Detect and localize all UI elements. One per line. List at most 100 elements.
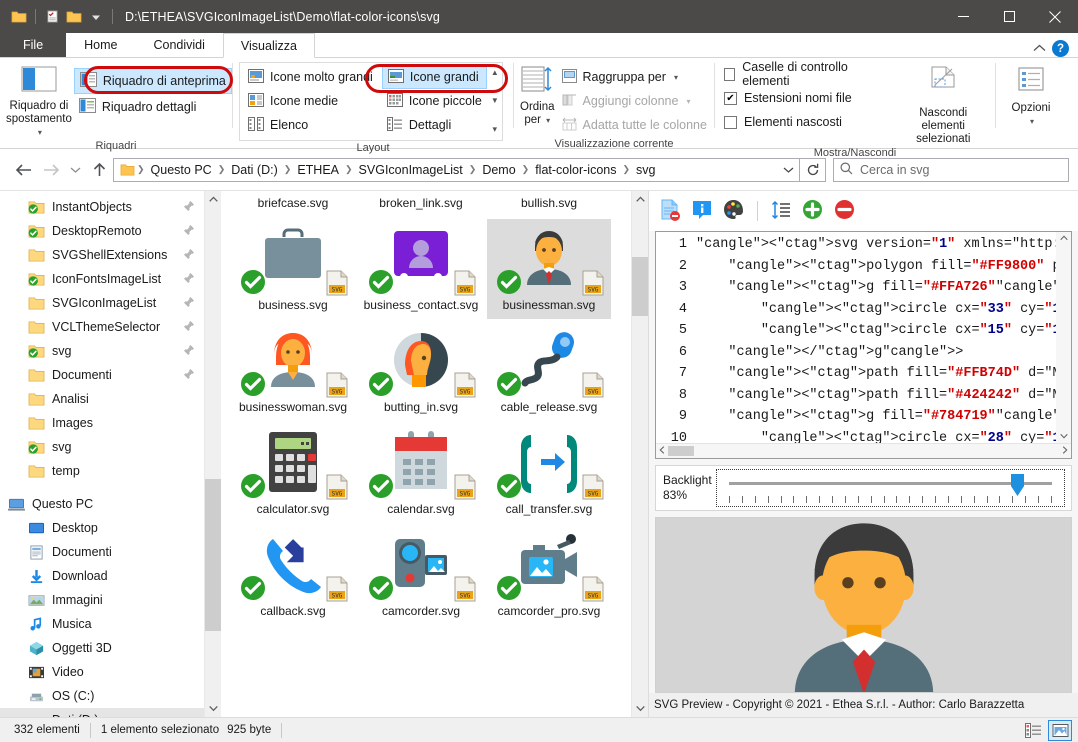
quick-access-toolbar[interactable] xyxy=(0,7,117,27)
recent-locations-button[interactable] xyxy=(65,157,85,183)
pin-icon[interactable] xyxy=(183,224,195,239)
layout-gallery[interactable]: Icone molto grandi Icone medie Elenco Ic… xyxy=(239,62,503,141)
back-button[interactable] xyxy=(9,157,37,183)
navigation-pane-scrollbar[interactable] xyxy=(204,191,221,717)
breadcrumb-questo-pc[interactable]: Questo PC xyxy=(146,163,217,177)
nav-item-musica[interactable]: Musica xyxy=(0,612,204,636)
up-button[interactable] xyxy=(85,157,113,183)
nav-item-instantobjects[interactable]: InstantObjects xyxy=(0,195,204,219)
nav-item-documenti[interactable]: Documenti xyxy=(0,540,204,564)
code-horizontal-scrollbar[interactable] xyxy=(656,443,1071,458)
file-item-businesswoman[interactable]: SVG businesswoman.svg xyxy=(229,319,357,421)
nav-item-video[interactable]: Video xyxy=(0,660,204,684)
group-by-caret-icon[interactable]: ▾ xyxy=(674,73,678,82)
pin-icon[interactable] xyxy=(183,320,195,335)
tab-visualizza[interactable]: Visualizza xyxy=(222,33,315,58)
backlight-slider[interactable] xyxy=(716,469,1065,507)
checkbox-file-extensions[interactable]: ✔ Estensioni nomi file xyxy=(724,86,873,110)
nav-scroll-up-icon[interactable] xyxy=(205,191,221,208)
file-item-partial[interactable]: broken_link.svg xyxy=(357,193,485,217)
nav-item-desktop[interactable]: Desktop xyxy=(0,516,204,540)
add-icon[interactable] xyxy=(802,199,823,223)
gallery-expand-icon[interactable]: ▾ xyxy=(493,124,498,135)
nav-item-desktopremoto[interactable]: DesktopRemoto xyxy=(0,219,204,243)
file-item-butting-in[interactable]: SVG butting_in.svg xyxy=(357,319,485,421)
breadcrumb-sep-4[interactable]: ❯ xyxy=(468,164,478,175)
nav-item-download[interactable]: Download xyxy=(0,564,204,588)
hidden-items-checkbox[interactable] xyxy=(724,115,737,129)
file-item-callback[interactable]: SVG callback.svg xyxy=(229,523,357,625)
breadcrumb-sep-5[interactable]: ❯ xyxy=(521,164,531,175)
nav-item-vclthemeselector[interactable]: VCLThemeSelector xyxy=(0,315,204,339)
code-vertical-scrollbar[interactable] xyxy=(1056,232,1071,443)
checkbox-item-checkboxes[interactable]: Caselle di controllo elementi xyxy=(724,60,873,88)
layout-icone-medie[interactable]: Icone medie xyxy=(243,89,378,113)
forward-button[interactable] xyxy=(37,157,65,183)
preview-toolbar[interactable] xyxy=(649,191,1078,231)
tab-condividi[interactable]: Condividi xyxy=(136,32,223,57)
search-box[interactable]: Cerca in svg xyxy=(833,157,1069,182)
code-hscroll-thumb[interactable] xyxy=(668,446,694,456)
hide-selected-items-button[interactable]: Nascondi elementi selezionati xyxy=(897,62,989,146)
nav-item-images[interactable]: Images xyxy=(0,411,204,435)
breadcrumb-ethea[interactable]: ETHEA xyxy=(292,163,344,177)
tab-home[interactable]: Home xyxy=(66,32,135,57)
layout-elenco[interactable]: Elenco xyxy=(243,113,378,137)
nav-item-oggetti-3d[interactable]: Oggetti 3D xyxy=(0,636,204,660)
palette-icon[interactable] xyxy=(723,199,744,223)
status-view-buttons[interactable] xyxy=(1021,719,1072,741)
file-item-businessman[interactable]: SVG businessman.svg xyxy=(485,217,613,319)
file-item-camcorder[interactable]: SVG camcorder.svg xyxy=(357,523,485,625)
help-icon[interactable]: ? xyxy=(1052,40,1069,57)
file-item-cable-release[interactable]: SVG cable_release.svg xyxy=(485,319,613,421)
layout-dettagli[interactable]: Dettagli xyxy=(382,113,487,137)
svg-code-editor[interactable]: 1 "cangle">< "ctag" >svg version= " 1 " xmlns=… xyxy=(655,231,1072,459)
address-dropdown-icon[interactable] xyxy=(777,159,799,181)
pin-icon[interactable] xyxy=(183,248,195,263)
code-scroll-down-icon[interactable] xyxy=(1059,432,1068,441)
file-item-calendar[interactable]: SVG calendar.svg xyxy=(357,421,485,523)
nav-item-svg[interactable]: svg xyxy=(0,339,204,363)
layout-gallery-scrollbar[interactable]: ▲ ▼ ▾ xyxy=(487,65,502,138)
file-scroll-track[interactable] xyxy=(632,208,648,700)
pin-icon[interactable] xyxy=(183,296,195,311)
file-scroll-down-icon[interactable] xyxy=(632,700,648,717)
layout-icone-molto-grandi[interactable]: Icone molto grandi xyxy=(243,65,378,89)
customize-dropdown-icon[interactable] xyxy=(86,7,106,27)
breadcrumb-dati-d[interactable]: Dati (D:) xyxy=(226,163,283,177)
layout-icone-piccole[interactable]: Icone piccole xyxy=(382,89,487,113)
breadcrumb-demo[interactable]: Demo xyxy=(477,163,520,177)
file-extensions-checkbox[interactable]: ✔ xyxy=(724,91,737,105)
minimize-button[interactable] xyxy=(940,0,986,33)
info-icon[interactable] xyxy=(692,200,712,223)
code-scroll-right-icon[interactable] xyxy=(1062,446,1068,456)
close-button[interactable] xyxy=(1032,0,1078,33)
pin-icon[interactable] xyxy=(183,200,195,215)
nav-item-os-c[interactable]: OS (C:) xyxy=(0,684,204,708)
options-caret-icon[interactable]: ▾ xyxy=(1030,115,1034,128)
tab-file[interactable]: File xyxy=(0,32,67,57)
breadcrumb-bar[interactable]: ❯ Questo PC ❯ Dati (D:) ❯ ETHEA ❯ SVGIco… xyxy=(113,157,800,182)
file-grid[interactable]: SVG business.svg SVG business_contact.sv… xyxy=(221,217,631,625)
remove-file-icon[interactable] xyxy=(659,199,681,224)
options-button[interactable]: Opzioni ▾ xyxy=(1002,63,1060,128)
nav-item-iconfontsimagelist[interactable]: IconFontsImageList xyxy=(0,267,204,291)
line-spacing-icon[interactable] xyxy=(771,200,791,223)
backlight-slider-thumb[interactable] xyxy=(1011,474,1024,496)
file-item-partial[interactable]: bullish.svg xyxy=(485,193,613,217)
nav-item-analisi[interactable]: Analisi xyxy=(0,387,204,411)
window-controls[interactable] xyxy=(940,0,1078,33)
svg-code-text[interactable]: 1 "cangle">< "ctag" >svg version= " 1 " xmlns=… xyxy=(656,232,1071,443)
nav-scroll-down-icon[interactable] xyxy=(205,700,221,717)
remove-icon[interactable] xyxy=(834,199,855,223)
checkbox-hidden-items[interactable]: Elementi nascosti xyxy=(724,110,873,134)
pin-icon[interactable] xyxy=(183,368,195,383)
refresh-button[interactable] xyxy=(800,157,826,182)
maximize-button[interactable] xyxy=(986,0,1032,33)
nav-scroll-track[interactable] xyxy=(205,208,221,700)
preview-pane-button[interactable]: Riquadro di anteprima xyxy=(73,68,232,94)
nav-item-questo-pc[interactable]: Questo PC xyxy=(0,492,204,516)
breadcrumb-svgiconimagelist[interactable]: SVGIconImageList xyxy=(354,163,468,177)
properties-icon[interactable] xyxy=(42,7,62,27)
sort-by-button[interactable]: Ordina per ▾ xyxy=(520,63,555,127)
